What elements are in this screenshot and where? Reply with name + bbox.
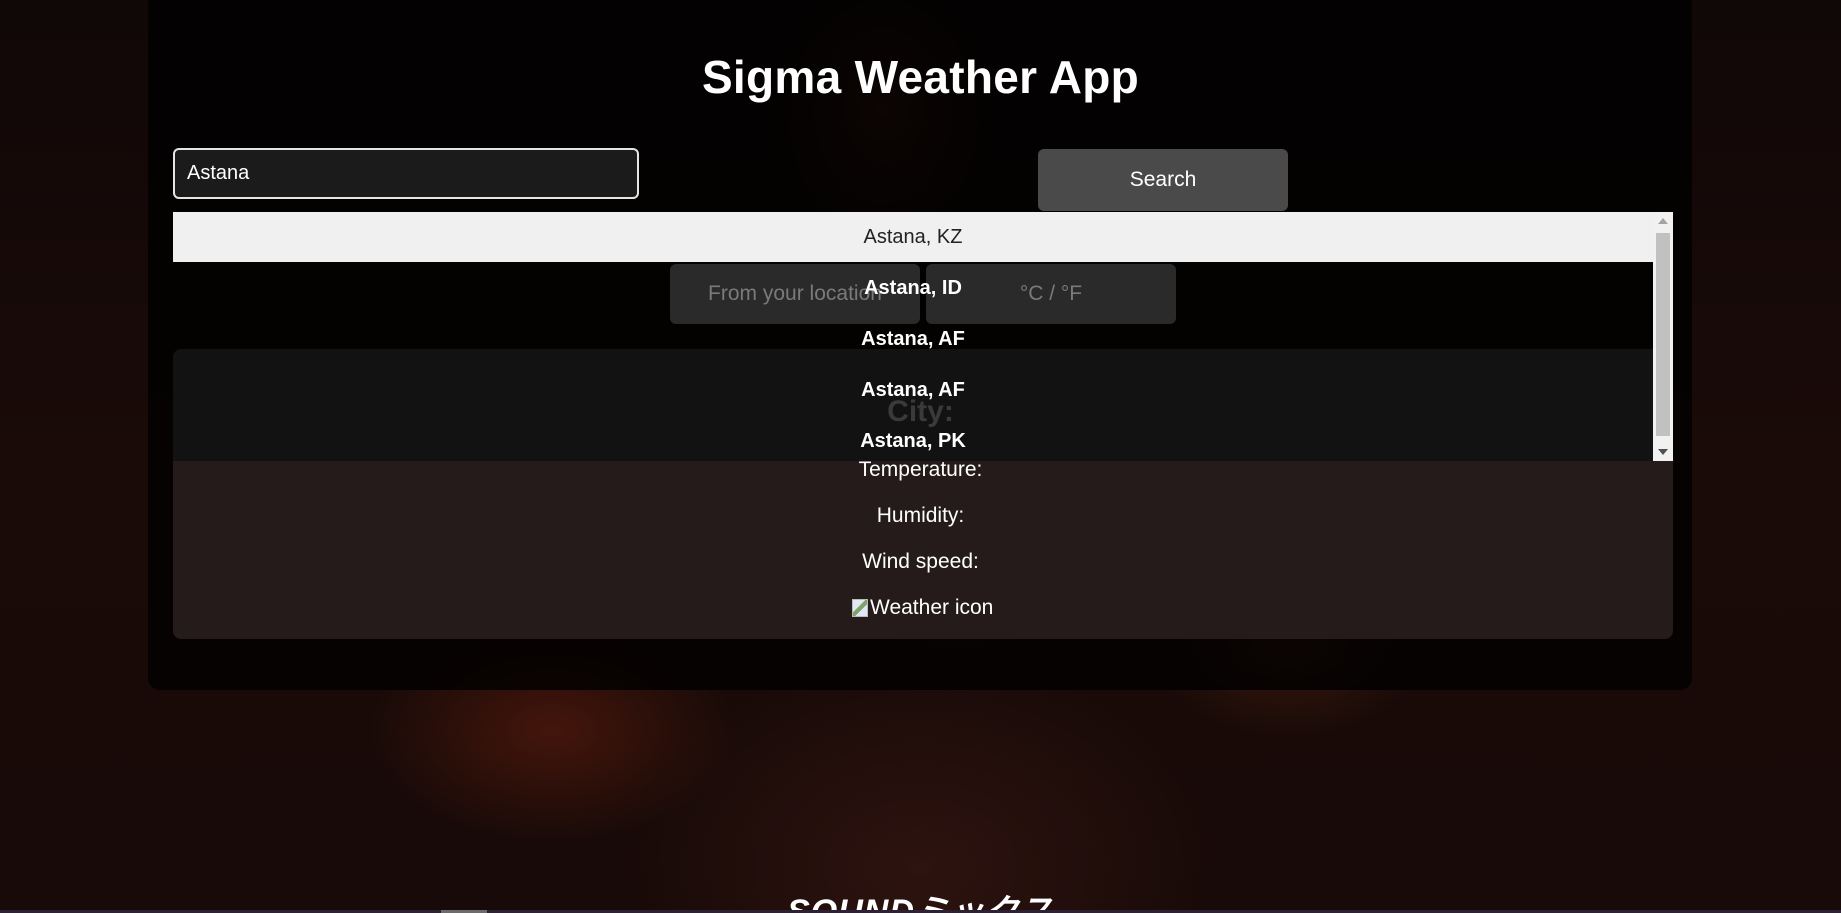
scrollbar-thumb[interactable] <box>1656 233 1670 436</box>
suggestion-item[interactable]: Astana, AF <box>173 314 1653 364</box>
scroll-up-arrow-icon[interactable] <box>1658 218 1668 224</box>
dropdown-scrollbar[interactable] <box>1653 212 1673 461</box>
suggestion-item[interactable]: Astana, PK <box>173 416 1653 461</box>
city-suggestions-dropdown[interactable]: Astana, KZ Astana, ID Astana, AF Astana,… <box>173 212 1673 461</box>
suggestion-item[interactable]: Astana, ID <box>173 263 1653 313</box>
search-button[interactable]: Search <box>1038 149 1288 211</box>
page: Sigma Weather App Search From your locat… <box>0 0 1841 913</box>
temperature-label: Temperature: <box>858 458 983 481</box>
city-search-input[interactable] <box>173 148 639 199</box>
weather-icon: Weather icon <box>852 596 993 620</box>
wind-speed-label: Wind speed: <box>862 550 979 573</box>
scroll-down-arrow-icon[interactable] <box>1658 449 1668 455</box>
humidity-label: Humidity: <box>876 504 965 527</box>
app-title: Sigma Weather App <box>701 51 1140 103</box>
suggestion-item[interactable]: Astana, AF <box>173 365 1653 415</box>
broken-image-icon <box>852 599 868 617</box>
weather-icon-alt: Weather icon <box>870 596 994 619</box>
brand-logo: SOUNDミックス <box>787 893 1054 913</box>
suggestion-item[interactable]: Astana, KZ <box>173 212 1653 262</box>
